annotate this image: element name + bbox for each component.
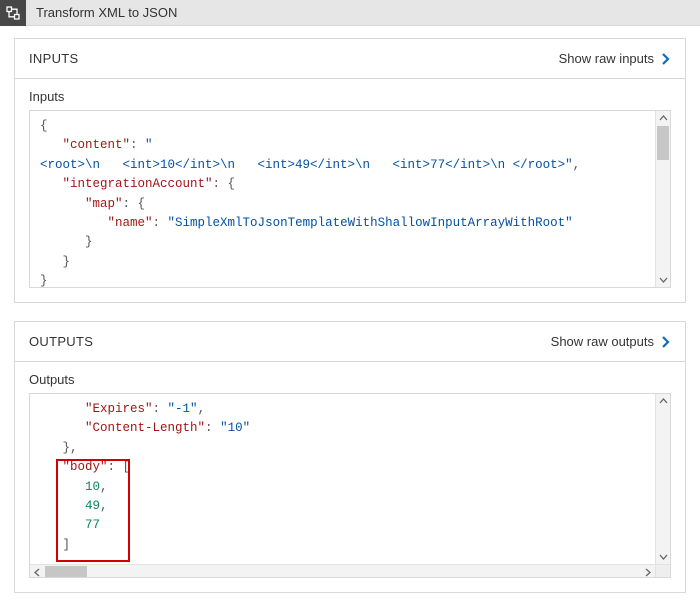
outputs-code-content: "Expires": "-1", "Content-Length": "10" … <box>30 394 670 561</box>
inputs-panel-body: Inputs { "content": " <root>\n <int>10</… <box>15 79 685 302</box>
outputs-code-box[interactable]: "Expires": "-1", "Content-Length": "10" … <box>29 393 671 578</box>
chevron-right-icon <box>660 335 671 349</box>
chevron-right-icon <box>660 52 671 66</box>
inputs-vertical-scrollbar[interactable] <box>655 111 670 287</box>
scroll-down-arrow-icon[interactable] <box>656 272 670 287</box>
scrollbar-corner <box>655 565 670 578</box>
scroll-up-arrow-icon[interactable] <box>656 111 670 126</box>
outputs-panel-title: OUTPUTS <box>29 334 93 349</box>
show-raw-inputs-link[interactable]: Show raw inputs <box>559 51 671 66</box>
show-raw-inputs-label: Show raw inputs <box>559 51 654 66</box>
scroll-down-arrow-icon[interactable] <box>656 549 670 564</box>
outputs-vertical-scrollbar[interactable] <box>655 394 670 564</box>
outputs-panel: OUTPUTS Show raw outputs Outputs "Expire… <box>14 321 686 593</box>
inputs-code-content: { "content": " <root>\n <int>10</int>\n … <box>30 111 670 288</box>
show-raw-outputs-link[interactable]: Show raw outputs <box>551 334 671 349</box>
inputs-body-label: Inputs <box>29 89 671 104</box>
outputs-panel-body: Outputs "Expires": "-1", "Content-Length… <box>15 362 685 592</box>
scrollbar-thumb[interactable] <box>657 126 669 160</box>
outputs-panel-header: OUTPUTS Show raw outputs <box>15 322 685 362</box>
content-area: INPUTS Show raw inputs Inputs { "content… <box>0 26 700 593</box>
inputs-panel-header: INPUTS Show raw inputs <box>15 39 685 79</box>
outputs-body-label: Outputs <box>29 372 671 387</box>
title-bar: Transform XML to JSON <box>0 0 700 26</box>
scroll-up-arrow-icon[interactable] <box>656 394 670 409</box>
inputs-panel: INPUTS Show raw inputs Inputs { "content… <box>14 38 686 303</box>
window-title: Transform XML to JSON <box>26 5 177 20</box>
inputs-code-box[interactable]: { "content": " <root>\n <int>10</int>\n … <box>29 110 671 288</box>
show-raw-outputs-label: Show raw outputs <box>551 334 654 349</box>
scroll-left-arrow-icon[interactable] <box>30 565 45 578</box>
transform-icon <box>0 0 26 26</box>
scrollbar-thumb[interactable] <box>45 566 87 578</box>
scroll-right-arrow-icon[interactable] <box>640 565 655 578</box>
inputs-panel-title: INPUTS <box>29 51 78 66</box>
outputs-horizontal-scrollbar[interactable] <box>30 564 670 578</box>
